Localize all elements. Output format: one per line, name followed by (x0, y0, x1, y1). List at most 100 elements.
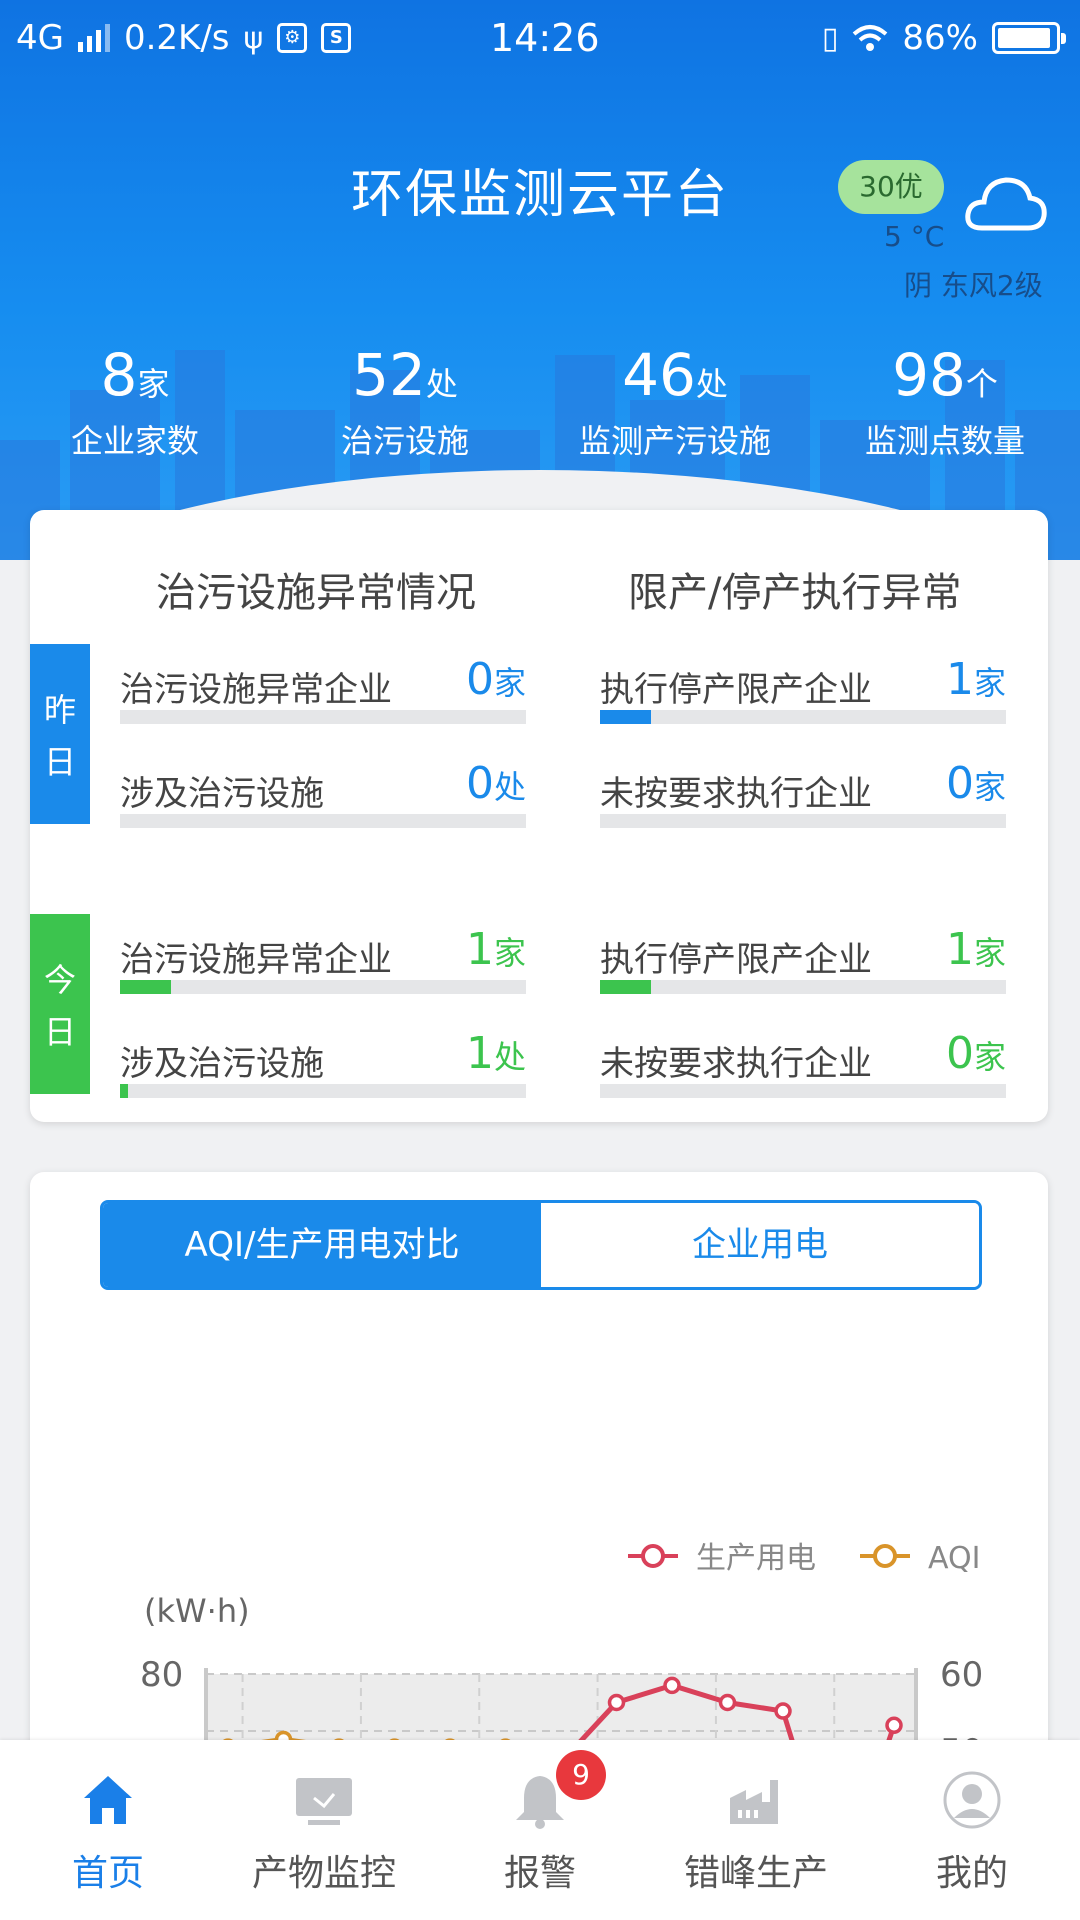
stat-label: 企业家数 (70, 422, 199, 460)
tab-char: 日 (43, 1013, 76, 1051)
data-point (774, 1702, 792, 1720)
list-item[interactable]: 涉及治污设施 1处 (120, 1022, 526, 1102)
progress-track (600, 814, 1006, 828)
stat-value: 52 (352, 341, 426, 409)
signal-icon (77, 24, 110, 52)
item-unit: 家 (493, 664, 526, 702)
vibrate-icon: ▯ (821, 20, 839, 56)
item-value: 0 (465, 654, 494, 705)
item-name: 涉及治污设施 (120, 1044, 324, 1084)
nav-label: 我的 (935, 1853, 1008, 1894)
nav-alarm[interactable]: 9 报警 (432, 1740, 648, 1920)
progress-track (600, 710, 1006, 724)
facility-anomaly-title: 治污设施异常情况 (156, 570, 476, 616)
data-point (607, 1693, 626, 1712)
data-point (663, 1676, 681, 1695)
list-item[interactable]: 治污设施异常企业 1家 (120, 918, 526, 998)
item-value: 1 (465, 924, 494, 975)
stat-monitor-points[interactable]: 98个 监测点数量 (810, 340, 1080, 462)
progress-bar (600, 710, 651, 724)
nav-peak-production[interactable]: 错峰生产 (648, 1740, 864, 1920)
legend-label: AQI (928, 1541, 980, 1576)
bottom-nav: 首页 产物监控 9 报警 错峰生产 我的 (0, 1740, 1080, 1920)
item-unit: 家 (973, 664, 1006, 702)
anomaly-overview-card: 治污设施异常情况 限产/停产执行异常 昨 日 今 日 治污设施异常企业 0家 执… (30, 510, 1048, 1122)
clock: 14:26 (490, 16, 600, 60)
tick-label-left: 80 (140, 1655, 183, 1695)
item-value: 1 (465, 1028, 494, 1079)
item-name: 未按要求执行企业 (600, 774, 872, 814)
stat-label: 监测产污设施 (578, 422, 771, 460)
list-item[interactable]: 执行停产限产企业 1家 (600, 918, 1006, 998)
temperature: 5 °C (884, 220, 945, 253)
nav-monitor[interactable]: 产物监控 (216, 1740, 432, 1920)
list-item[interactable]: 涉及治污设施 0处 (120, 752, 526, 832)
list-item[interactable]: 未按要求执行企业 0家 (600, 752, 1006, 832)
progress-track (600, 1084, 1006, 1098)
user-icon (943, 1771, 1001, 1829)
wifi-icon (853, 25, 888, 51)
stat-unit: 处 (695, 365, 728, 403)
list-item[interactable]: 未按要求执行企业 0家 (600, 1022, 1006, 1102)
list-item[interactable]: 执行停产限产企业 1家 (600, 648, 1006, 728)
stat-label: 监测点数量 (864, 422, 1025, 460)
progress-track (120, 980, 526, 994)
item-value: 1 (945, 924, 974, 975)
home-icon (84, 1776, 132, 1824)
network-type: 4G (16, 18, 64, 58)
stat-value: 46 (622, 341, 696, 409)
cloud-icon (965, 177, 1047, 231)
tab-enterprise-power[interactable]: 企业用电 (541, 1203, 979, 1287)
progress-track (120, 1084, 526, 1098)
item-value: 0 (465, 758, 494, 809)
stat-unit: 个 (965, 365, 998, 403)
network-speed: 0.2K/s (123, 18, 230, 58)
nav-label: 产物监控 (251, 1853, 396, 1894)
item-unit: 处 (493, 1038, 526, 1076)
item-name: 治污设施异常企业 (120, 940, 392, 980)
item-value: 0 (945, 758, 974, 809)
monitor-icon (296, 1778, 352, 1825)
item-unit: 家 (973, 768, 1006, 806)
item-value: 0 (945, 1028, 974, 1079)
status-bar: 4G 0.2K/s ψ ⚙ S 14:26 ▯ 86% (0, 0, 1080, 76)
stat-unit: 家 (137, 365, 170, 403)
item-name: 执行停产限产企业 (600, 670, 872, 710)
usb-icon: ψ (243, 20, 264, 56)
factory-icon (730, 1780, 778, 1824)
weather-description: 阴 东风2级 (904, 269, 1043, 302)
progress-bar (600, 980, 651, 994)
nav-profile[interactable]: 我的 (864, 1740, 1080, 1920)
nav-home[interactable]: 首页 (0, 1740, 216, 1920)
progress-track (600, 980, 1006, 994)
usb-debug-icon: ⚙ (277, 23, 308, 53)
y-axis-label: (kW·h) (144, 1592, 250, 1630)
stat-monitored-facilities[interactable]: 46处 监测产污设施 (540, 340, 810, 462)
stat-facilities[interactable]: 52处 治污设施 (270, 340, 540, 462)
alarm-count-badge: 9 (556, 1750, 606, 1800)
tab-char: 今 (43, 961, 76, 999)
today-tab[interactable]: 今 日 (30, 914, 90, 1094)
stat-value: 98 (892, 341, 966, 409)
tab-aqi-power[interactable]: AQI/生产用电对比 (103, 1203, 541, 1287)
tab-char: 日 (43, 743, 76, 781)
progress-bar (120, 980, 171, 994)
yesterday-tab[interactable]: 昨 日 (30, 644, 90, 824)
item-unit: 家 (973, 934, 1006, 972)
item-unit: 处 (493, 768, 526, 806)
nav-label: 首页 (71, 1853, 144, 1894)
s-icon: S (321, 23, 352, 53)
chart-tab-switch: AQI/生产用电对比 企业用电 (100, 1200, 982, 1290)
list-item[interactable]: 治污设施异常企业 0家 (120, 648, 526, 728)
progress-bar (120, 1084, 128, 1098)
stat-label: 治污设施 (340, 422, 469, 460)
production-anomaly-title: 限产/停产执行异常 (628, 570, 962, 616)
item-unit: 家 (973, 1038, 1006, 1076)
item-name: 涉及治污设施 (120, 774, 324, 814)
item-value: 1 (945, 654, 974, 705)
nav-label: 错峰生产 (683, 1853, 828, 1894)
stat-enterprises[interactable]: 8家 企业家数 (0, 340, 270, 462)
stat-unit: 处 (425, 365, 458, 403)
nav-label: 报警 (503, 1853, 576, 1894)
tick-label-right: 60 (940, 1655, 983, 1695)
